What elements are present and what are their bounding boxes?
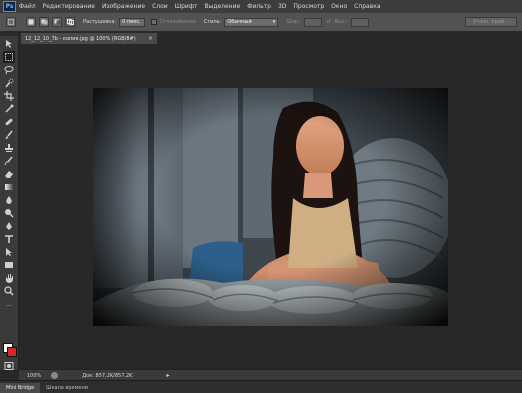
menu-window[interactable]: Окно [331, 3, 347, 10]
photoshop-logo: Ps [3, 1, 16, 12]
height-input[interactable] [350, 17, 369, 27]
height-label: Выс.: [334, 19, 348, 25]
move-icon[interactable] [3, 38, 15, 50]
quick-select-icon[interactable] [3, 77, 15, 89]
width-label: Шир.: [286, 19, 302, 25]
intersect-selection-icon [66, 19, 74, 25]
menu-help[interactable]: Справка [354, 3, 380, 10]
quick-mask-icon[interactable] [3, 362, 15, 370]
hand-icon[interactable] [3, 272, 15, 284]
menu-3d[interactable]: 3D [278, 3, 286, 10]
feather-label: Растушевка: [83, 19, 117, 25]
dodge-icon[interactable] [3, 207, 15, 219]
background-color-swatch[interactable] [7, 347, 17, 357]
options-bar: Растушевка: 0 пикс. Сглаживание Стиль: О… [0, 13, 522, 32]
menu-layers[interactable]: Слои [152, 3, 168, 10]
add-selection-icon [41, 19, 47, 25]
more-tools-icon[interactable]: ··· [3, 300, 15, 312]
menu-bar: Ps Файл Редактирование Изображение Слои … [0, 0, 522, 13]
history-brush-icon[interactable] [3, 155, 15, 167]
stamp-icon[interactable] [3, 142, 15, 154]
eyedropper-icon[interactable] [3, 103, 15, 115]
document-title: 12_12_10_7b - копия.jpg @ 100% (RGB/8#) [25, 35, 136, 42]
bottom-panel-tabs: Mini Bridge Шкала времени [0, 380, 522, 393]
menu-view[interactable]: Просмотр [293, 3, 324, 10]
zoom-icon[interactable] [3, 285, 15, 297]
add-selection-button[interactable] [39, 17, 49, 27]
feather-input[interactable]: 0 пикс. [119, 17, 146, 27]
menu-filter[interactable]: Фильтр [247, 3, 271, 10]
document-tab[interactable]: 12_12_10_7b - копия.jpg @ 100% (RGB/8#) … [20, 32, 158, 44]
menu-file[interactable]: Файл [19, 3, 36, 10]
blur-icon[interactable] [3, 194, 15, 206]
crop-icon[interactable] [3, 90, 15, 102]
marquee-icon [8, 19, 14, 25]
lasso-icon[interactable] [3, 64, 15, 76]
shape-icon[interactable] [3, 259, 15, 271]
menu-type[interactable]: Шрифт [175, 3, 198, 10]
refine-edge-button[interactable]: Уточн. край... [465, 17, 517, 27]
new-selection-button[interactable] [26, 17, 36, 27]
new-selection-icon [28, 19, 34, 25]
portrait-image [93, 88, 448, 326]
path-select-icon[interactable] [3, 246, 15, 258]
menu-image[interactable]: Изображение [102, 3, 145, 10]
close-document-icon[interactable]: × [148, 35, 153, 42]
document-size: Док: 857,2K/857,2K [82, 372, 133, 379]
width-input[interactable] [304, 17, 323, 27]
healing-icon[interactable] [3, 116, 15, 128]
swap-icon[interactable]: ⇄ [326, 19, 330, 25]
subtract-selection-button[interactable] [52, 17, 62, 27]
style-label: Стиль: [203, 19, 222, 25]
marquee-icon[interactable] [3, 51, 15, 63]
tools-panel: ··· [0, 32, 19, 370]
status-menu-arrow[interactable]: ▸ [166, 372, 169, 379]
subtract-selection-icon [54, 19, 60, 25]
marquee-preset-button[interactable] [6, 17, 16, 27]
gradient-icon[interactable] [3, 181, 15, 193]
intersect-selection-button[interactable] [65, 17, 75, 27]
antialias-label: Сглаживание [160, 19, 196, 25]
eraser-icon[interactable] [3, 168, 15, 180]
status-info-icon[interactable] [51, 372, 59, 379]
document-photo[interactable] [93, 88, 448, 326]
menu-select[interactable]: Выделение [204, 3, 240, 10]
toolbox-grip[interactable] [0, 32, 18, 36]
style-select[interactable]: Обычный [224, 17, 279, 27]
zoom-level[interactable]: 100% [27, 373, 41, 379]
pen-icon[interactable] [3, 220, 15, 232]
antialias-checkbox[interactable] [151, 19, 158, 25]
menu-edit[interactable]: Редактирование [43, 3, 95, 10]
brush-icon[interactable] [3, 129, 15, 141]
type-icon[interactable] [3, 233, 15, 245]
